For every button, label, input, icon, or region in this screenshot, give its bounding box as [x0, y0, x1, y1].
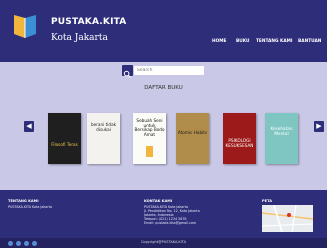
map-embed[interactable] — [262, 205, 313, 232]
search-icon — [123, 70, 131, 78]
book-title-2: berani tidak disukai — [90, 122, 117, 132]
city-name: Kota Jakarta — [51, 33, 108, 43]
book-title-1: Filosofi Teras — [51, 142, 78, 147]
book-3-illustration-icon — [146, 146, 153, 157]
site-header: PUSTAKA.KITA Kota Jakarta HOME BUKU TENT… — [0, 0, 327, 62]
book-card-3[interactable]: Sebuah Seni untuk Bersikap Bodo Amat — [133, 113, 166, 164]
search-bar — [122, 65, 204, 78]
book-title-4: Atomic Habits — [177, 130, 208, 135]
nav-home[interactable]: HOME — [212, 39, 226, 44]
nav-bantuan[interactable]: BANTUAN — [298, 39, 321, 44]
book-logo-icon — [14, 15, 36, 38]
copyright-text: Copyright@PUSTAKA.KITA — [140, 240, 187, 244]
book-title-6: Kesehatan Mental — [270, 126, 293, 136]
about-heading: TENTANG KAMI — [8, 199, 39, 203]
search-button[interactable] — [122, 65, 133, 78]
nav-tentang-kami[interactable]: TENTANG KAMI — [256, 39, 293, 44]
carousel-next-button[interactable]: ▶ — [314, 121, 324, 132]
chevron-right-icon: ▶ — [316, 122, 322, 130]
nav-buku[interactable]: BUKU — [236, 39, 250, 44]
map-heading: PETA — [262, 199, 273, 203]
book-card-1[interactable]: Filosofi Teras — [48, 113, 81, 164]
map-roads-icon — [262, 205, 313, 232]
book-card-6[interactable]: Kesehatan Mental — [265, 113, 298, 164]
book-card-2[interactable]: berani tidak disukai — [87, 113, 120, 164]
brand-name[interactable]: PUSTAKA.KITA — [51, 17, 126, 27]
about-text: PUSTAKA.KITA Kota Jakarta — [8, 205, 52, 209]
book-card-4[interactable]: Atomic Habits — [176, 113, 209, 164]
chevron-left-icon: ◀ — [26, 122, 32, 130]
carousel-prev-button[interactable]: ◀ — [24, 121, 34, 132]
book-title-5: PSIKOLOGI KESUKSESAN — [225, 138, 254, 148]
contact-line-5[interactable]: Email: pustaka.kita@gmail.com — [144, 221, 196, 225]
contact-heading: KONTAK KAMI — [144, 199, 173, 203]
map-pin-icon — [287, 213, 291, 217]
book-card-5[interactable]: PSIKOLOGI KESUKSESAN — [223, 113, 256, 164]
search-input[interactable] — [134, 66, 204, 75]
section-title: DAFTAR BUKU — [144, 85, 183, 91]
